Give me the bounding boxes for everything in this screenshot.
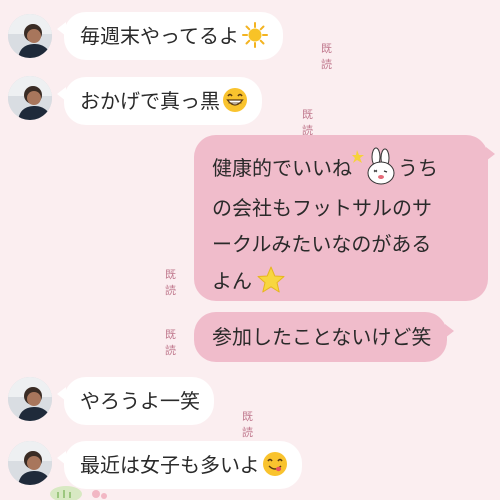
avatar[interactable] xyxy=(8,377,52,421)
message-line: の会社もフットサルのサ xyxy=(212,196,432,220)
message-text: おかげで真っ黒 xyxy=(80,89,220,113)
background-doodle xyxy=(50,486,107,500)
read-receipt: 既読 xyxy=(302,108,313,137)
message-text: やろうよ一笑 xyxy=(80,389,200,413)
read-receipt: 既読 xyxy=(165,268,176,297)
grin-face-icon xyxy=(223,88,247,112)
incoming-bubble[interactable]: 毎週末やってるよ xyxy=(57,12,283,60)
read-receipt: 既読 xyxy=(242,410,253,439)
message-line: ークルみたいなのがある xyxy=(212,232,432,256)
avatar[interactable] xyxy=(8,14,52,58)
message-line: 健康的でいいね うち xyxy=(212,147,472,185)
message-text: 毎週末やってるよ xyxy=(80,24,239,48)
outgoing-bubble[interactable]: 健康的でいいね うち の会社もフットサルのサ ークルみたいなのがある よん xyxy=(194,135,495,301)
yum-face-icon xyxy=(262,452,287,476)
bunny-sticker-icon xyxy=(352,147,395,185)
message-text: 参加したことないけど笑 xyxy=(212,325,432,349)
sun-icon xyxy=(242,22,268,48)
incoming-bubble[interactable]: おかげで真っ黒 xyxy=(57,77,262,125)
avatar[interactable] xyxy=(8,76,52,120)
outgoing-bubble[interactable]: 参加したことないけど笑 xyxy=(194,312,455,362)
incoming-bubble[interactable]: やろうよ一笑 xyxy=(57,377,214,425)
star-icon xyxy=(257,266,285,293)
read-receipt: 既読 xyxy=(165,328,176,357)
message-line: よん xyxy=(212,265,472,296)
read-receipt: 既読 xyxy=(321,42,332,71)
